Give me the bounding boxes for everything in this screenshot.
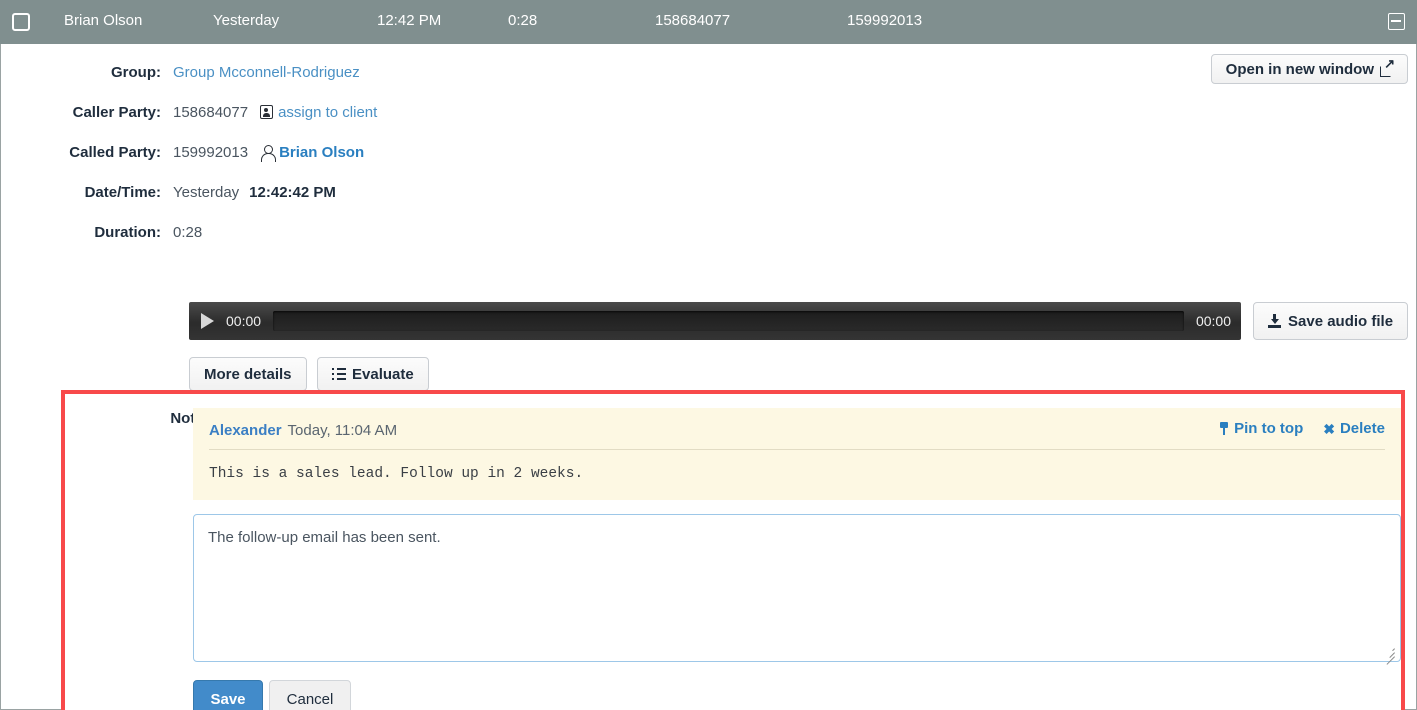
note-timestamp: Today, 11:04 AM bbox=[287, 422, 398, 439]
detail-body: Open in new window Group: Group Mcconnel… bbox=[0, 44, 1417, 710]
called-party-value: 159992013 Brian Olson bbox=[173, 143, 364, 162]
datetime-day: Yesterday bbox=[173, 183, 240, 201]
audio-total-time: 00:00 bbox=[1195, 313, 1231, 329]
save-note-button[interactable]: Save bbox=[193, 680, 263, 710]
evaluate-label: Evaluate bbox=[352, 365, 414, 383]
called-party-label: Called Party: bbox=[69, 143, 161, 161]
audio-current-time: 00:00 bbox=[226, 313, 262, 329]
note-actions: Pin to top ✖ Delete bbox=[1219, 420, 1385, 437]
field-row-group: Group: Group Mcconnell-Rodriguez bbox=[1, 52, 1416, 92]
square-icon[interactable] bbox=[12, 13, 30, 31]
save-audio-file-button[interactable]: Save audio file bbox=[1253, 302, 1409, 340]
pin-icon bbox=[1219, 422, 1229, 435]
close-icon: ✖ bbox=[1323, 420, 1335, 437]
note-item: Alexander Today, 11:04 AM Pin to top ✖ De… bbox=[193, 408, 1401, 500]
header-date: Yesterday bbox=[213, 12, 280, 29]
evaluate-button[interactable]: Evaluate bbox=[317, 357, 429, 391]
note-text: This is a sales lead. Follow up in 2 wee… bbox=[209, 466, 584, 482]
group-label: Group: bbox=[111, 63, 161, 81]
assign-to-client-link[interactable]: assign to client bbox=[278, 104, 377, 121]
duration-value: 0:28 bbox=[173, 223, 203, 241]
pin-to-top-label: Pin to top bbox=[1234, 420, 1304, 437]
header-duration: 0:28 bbox=[508, 12, 538, 29]
more-details-label: More details bbox=[204, 365, 292, 383]
field-row-called-party: Called Party: 159992013 Brian Olson bbox=[1, 132, 1416, 172]
new-note-input[interactable] bbox=[193, 514, 1401, 662]
caller-party-value: 158684077 assign to client bbox=[173, 104, 377, 121]
more-details-button[interactable]: More details bbox=[189, 357, 307, 391]
group-link[interactable]: Group Mcconnell-Rodriguez bbox=[173, 64, 360, 81]
field-row-datetime: Date/Time: Yesterday 12:42:42 PM bbox=[1, 172, 1416, 212]
called-party-number: 159992013 bbox=[173, 143, 249, 161]
delete-note-label: Delete bbox=[1339, 420, 1385, 437]
note-header: Alexander Today, 11:04 AM Pin to top ✖ De… bbox=[209, 420, 1385, 450]
field-row-caller-party: Caller Party: 158684077 assign to client bbox=[1, 92, 1416, 132]
save-audio-file-label: Save audio file bbox=[1288, 312, 1394, 330]
caller-party-label: Caller Party: bbox=[72, 103, 161, 121]
datetime-value: Yesterday 12:42:42 PM bbox=[173, 184, 336, 201]
download-icon bbox=[1268, 314, 1282, 328]
call-header-bar[interactable]: Brian Olson Yesterday 12:42 PM 0:28 1586… bbox=[0, 0, 1417, 44]
audio-player[interactable]: 00:00 00:00 bbox=[189, 302, 1241, 340]
header-caller-number: 158684077 bbox=[655, 12, 731, 29]
called-party-contact-link[interactable]: Brian Olson bbox=[279, 144, 364, 161]
datetime-label: Date/Time: bbox=[84, 183, 161, 201]
header-time: 12:42 PM bbox=[377, 12, 442, 29]
group-value: Group Mcconnell-Rodriguez bbox=[173, 64, 360, 81]
caller-party-number: 158684077 bbox=[173, 103, 249, 121]
audio-progress-track[interactable] bbox=[273, 311, 1184, 331]
note-meta: Alexander Today, 11:04 AM bbox=[209, 422, 397, 440]
note-author[interactable]: Alexander bbox=[209, 422, 282, 439]
call-detail-panel: Brian Olson Yesterday 12:42 PM 0:28 1586… bbox=[0, 0, 1417, 710]
header-called-number: 159992013 bbox=[847, 12, 923, 29]
collapse-icon[interactable] bbox=[1388, 13, 1405, 30]
person-icon bbox=[260, 144, 276, 162]
header-contact-name: Brian Olson bbox=[64, 12, 143, 29]
list-icon bbox=[332, 368, 346, 380]
datetime-clock: 12:42:42 PM bbox=[249, 183, 336, 201]
pin-to-top-button[interactable]: Pin to top bbox=[1219, 420, 1303, 437]
delete-note-button[interactable]: ✖ Delete bbox=[1323, 420, 1385, 437]
duration-label: Duration: bbox=[94, 223, 161, 241]
field-row-duration: Duration: 0:28 bbox=[1, 212, 1416, 252]
cancel-note-button[interactable]: Cancel bbox=[269, 680, 351, 710]
assign-client-icon bbox=[260, 105, 274, 119]
notes-highlight-region: Notes: AlexanderToday, 11:04 AM Pin to t… bbox=[61, 390, 1405, 710]
play-icon[interactable] bbox=[201, 313, 214, 329]
